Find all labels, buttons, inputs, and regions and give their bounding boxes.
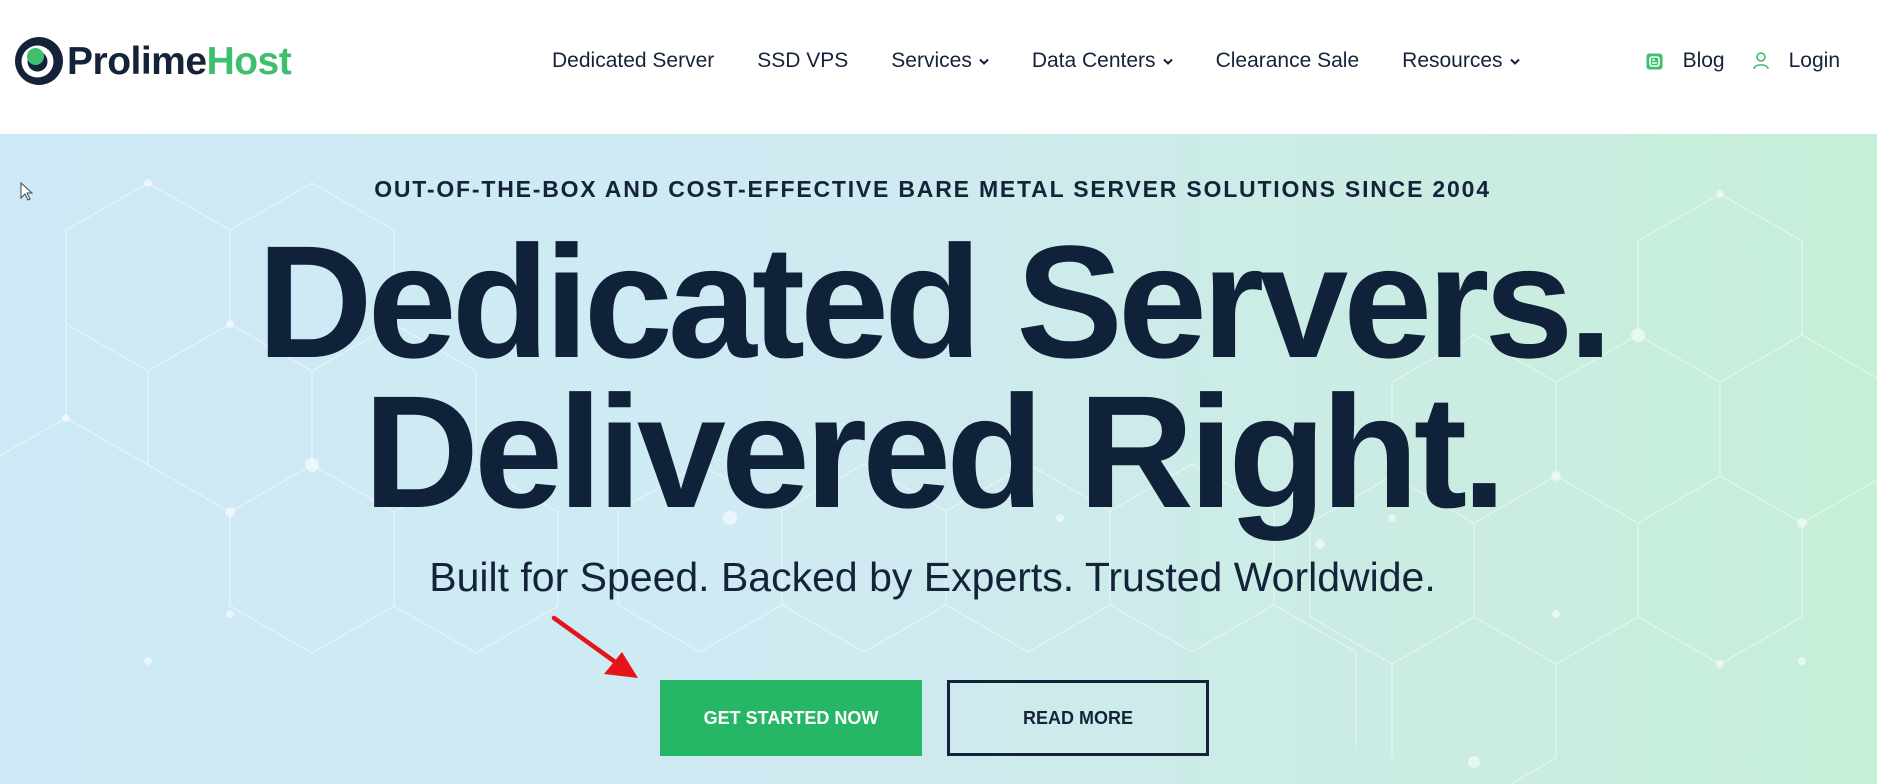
read-more-button[interactable]: READ MORE bbox=[947, 680, 1209, 756]
nav-services[interactable]: Services bbox=[891, 49, 989, 73]
chevron-down-icon bbox=[1162, 58, 1173, 65]
hero-headline-line1: Dedicated Servers. bbox=[257, 212, 1613, 391]
nav-resources-label: Resources bbox=[1402, 49, 1503, 72]
nav-clearance-sale[interactable]: Clearance Sale bbox=[1216, 49, 1360, 73]
hero-section: OUT-OF-THE-BOX AND COST-EFFECTIVE BARE M… bbox=[0, 134, 1877, 784]
nav-ssd-vps[interactable]: SSD VPS bbox=[757, 49, 848, 73]
nav-clearance-sale-label: Clearance Sale bbox=[1215, 49, 1360, 72]
blog-label: Blog bbox=[1682, 49, 1725, 72]
logo-mark-icon bbox=[15, 37, 63, 85]
logo-wordmark: ProlimeHost bbox=[67, 39, 292, 83]
user-icon bbox=[1752, 52, 1769, 70]
nav-services-label: Services bbox=[891, 49, 972, 72]
nav-dedicated-server[interactable]: Dedicated Server bbox=[552, 49, 714, 73]
header-actions: Blog Login bbox=[1646, 48, 1840, 74]
nav-dedicated-server-label: Dedicated Server bbox=[552, 49, 715, 72]
blog-icon bbox=[1646, 53, 1663, 69]
hero-subheadline: Built for Speed. Backed by Experts. Trus… bbox=[429, 554, 1436, 600]
blog-link[interactable]: Blog bbox=[1646, 49, 1725, 73]
login-link[interactable]: Login bbox=[1752, 49, 1840, 73]
site-header: ProlimeHost Dedicated Server SSD VPS Ser… bbox=[0, 0, 1877, 134]
login-label: Login bbox=[1788, 49, 1840, 72]
hero-eyebrow: OUT-OF-THE-BOX AND COST-EFFECTIVE BARE M… bbox=[374, 176, 1491, 202]
main-nav: Dedicated Server SSD VPS Services Data C… bbox=[552, 48, 1563, 74]
get-started-button[interactable]: GET STARTED NOW bbox=[660, 680, 922, 756]
logo-text-prolime: Prolime bbox=[67, 39, 207, 83]
red-arrow-annotation-icon bbox=[551, 615, 638, 678]
nav-ssd-vps-label: SSD VPS bbox=[757, 49, 849, 72]
logo-text-host: Host bbox=[206, 39, 292, 83]
nav-data-centers[interactable]: Data Centers bbox=[1032, 49, 1173, 73]
nav-data-centers-label: Data Centers bbox=[1031, 49, 1156, 72]
nav-resources[interactable]: Resources bbox=[1402, 49, 1520, 73]
hero-headline-line2: Delivered Right. bbox=[363, 362, 1506, 541]
chevron-down-icon bbox=[1509, 58, 1520, 65]
site-logo[interactable]: ProlimeHost bbox=[14, 36, 292, 86]
chevron-down-icon bbox=[979, 58, 989, 65]
